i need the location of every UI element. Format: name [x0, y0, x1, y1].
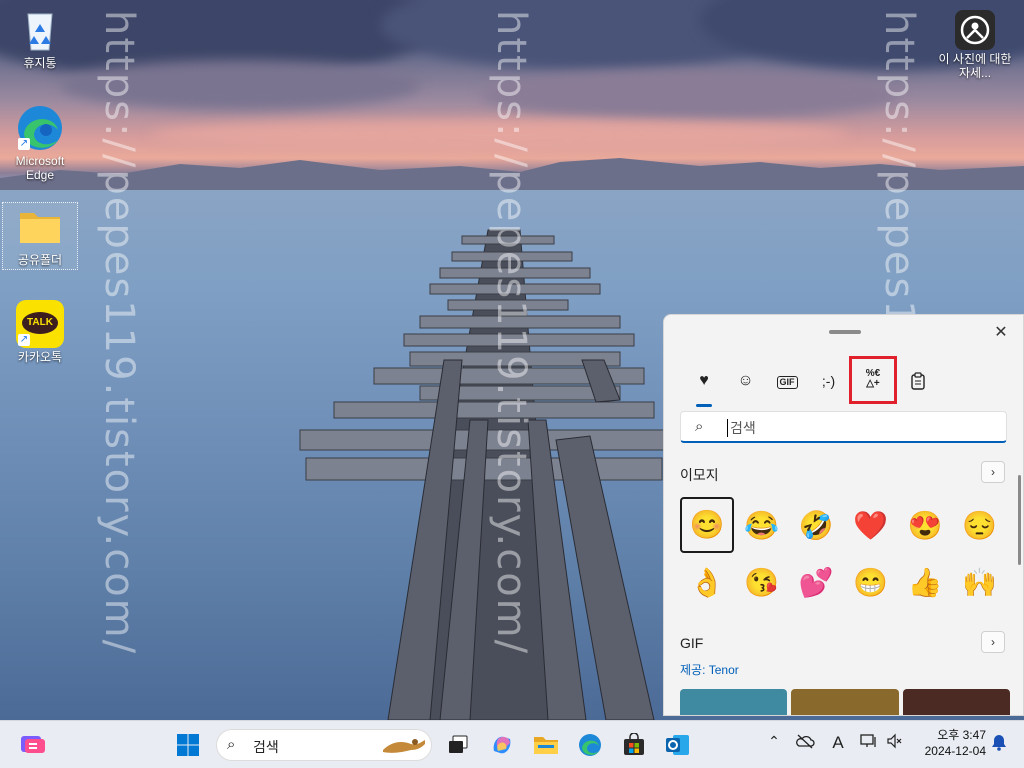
gif-more-button[interactable]: › — [981, 631, 1005, 653]
emoji-search-input[interactable]: ⌕ 검색 — [680, 411, 1007, 443]
network-icon — [860, 734, 876, 747]
learn-about-picture-icon — [955, 10, 995, 50]
panel-drag-handle[interactable] — [829, 330, 861, 334]
taskbar-search-text: 검색 — [253, 739, 279, 755]
notifications-button[interactable] — [988, 733, 1010, 754]
gif-icon: GIF — [776, 376, 798, 389]
kakaotalk-logo-text: TALK — [22, 312, 58, 334]
symbols-icon: %€ △+ — [865, 368, 881, 389]
network-button[interactable] — [858, 733, 880, 752]
panel-scrollbar[interactable] — [1018, 475, 1021, 565]
watermark-text: https://pepes119.tistory.com/ — [96, 10, 142, 656]
desktop-icon-shared-folder[interactable]: 공유폴더 — [2, 202, 78, 270]
tab-kaomoji[interactable]: ;-) — [809, 361, 849, 401]
emoji-item[interactable]: ❤️ — [844, 497, 899, 554]
gif-section-title: GIF — [680, 635, 704, 651]
search-icon: ⌕ — [695, 418, 704, 435]
gif-thumbnail[interactable] — [791, 689, 899, 715]
desktop-icon-recycle-bin[interactable]: 휴지통 — [2, 6, 78, 70]
tab-clipboard[interactable] — [898, 361, 938, 401]
gif-provider-credit: 제공: Tenor — [680, 663, 739, 677]
search-placeholder: 검색 — [730, 420, 756, 436]
emoji-item[interactable]: 👍 — [898, 554, 953, 611]
start-button[interactable] — [172, 729, 204, 761]
widgets-button[interactable] — [16, 729, 48, 761]
chevron-up-icon: ⌃ — [768, 733, 780, 749]
emoji-panel: ✕ ♥ ☺ GIF ;-) %€ △+ ⌕ 검색 이모지 › 😊 😂 🤣 ❤️ … — [663, 314, 1024, 716]
heart-clock-icon: ♥ — [699, 372, 709, 389]
folder-icon — [534, 737, 558, 754]
desktop-icon-kakaotalk[interactable]: TALK ↗ 카카오톡 — [2, 300, 78, 364]
outlook-button[interactable] — [662, 729, 694, 761]
emoji-item[interactable]: 🙌 — [953, 554, 1008, 611]
emoji-item[interactable]: 🤣 — [789, 497, 844, 554]
kaomoji-icon: ;-) — [821, 373, 836, 389]
tab-recent[interactable]: ♥ — [684, 361, 724, 407]
desktop-icon-edge[interactable]: ↗ Microsoft Edge — [2, 104, 78, 182]
emoji-item[interactable]: 😂 — [735, 497, 790, 554]
emoji-item[interactable]: 😊 — [680, 497, 734, 553]
smiley-icon: ☺ — [737, 372, 754, 389]
recycle-bin-icon — [16, 6, 64, 54]
windows-logo-icon — [177, 734, 199, 756]
clock-time: 오후 3:47 — [937, 728, 986, 742]
gif-thumbnails — [680, 689, 1010, 715]
emoji-item[interactable]: 😁 — [844, 554, 899, 611]
show-hidden-icons-button[interactable]: ⌃ — [763, 733, 785, 750]
emoji-item[interactable]: 😘 — [735, 554, 790, 611]
close-button[interactable]: ✕ — [991, 323, 1011, 343]
desktop-icon-label: 카카오톡 — [17, 350, 63, 364]
desktop-icon-label: 이 사진에 대한 자세... — [938, 52, 1012, 80]
emoji-item[interactable]: 👌 — [680, 554, 735, 611]
taskbar: ⌕ 검색 ⌃ A 오후 3:47 2024-12-04 — [0, 720, 1024, 768]
clipboard-icon — [910, 372, 925, 390]
kakaotalk-icon: TALK ↗ — [16, 300, 64, 348]
file-explorer-button[interactable] — [530, 729, 562, 761]
gif-thumbnail[interactable] — [902, 689, 1010, 715]
emoji-item[interactable]: 😍 — [898, 497, 953, 554]
emoji-grid: 😊 😂 🤣 ❤️ 😍 😔 👌 😘 💕 😁 👍 🙌 — [680, 497, 1007, 611]
text-caret — [727, 419, 728, 437]
edge-icon: ↗ — [16, 104, 64, 152]
desktop-icon-learn-about-picture[interactable]: 이 사진에 대한 자세... — [938, 10, 1012, 80]
search-highlight-image — [383, 739, 425, 753]
gif-thumbnail[interactable] — [680, 689, 788, 715]
search-icon: ⌕ — [227, 736, 236, 753]
task-view-button[interactable] — [442, 729, 474, 761]
emoji-more-button[interactable]: › — [981, 461, 1005, 483]
copilot-icon — [493, 736, 511, 754]
shortcut-arrow-icon: ↗ — [18, 334, 30, 346]
onedrive-offline-icon — [796, 734, 815, 749]
emoji-item[interactable]: 😔 — [953, 497, 1008, 554]
store-button[interactable] — [618, 729, 650, 761]
desktop-icon-label: Microsoft Edge — [15, 154, 65, 182]
shortcut-arrow-icon: ↗ — [18, 138, 30, 150]
volume-button[interactable] — [884, 733, 906, 752]
clock-date: 2024-12-04 — [924, 744, 986, 758]
volume-muted-icon — [887, 733, 902, 749]
edge-icon — [579, 734, 601, 756]
edge-taskbar-button[interactable] — [574, 729, 606, 761]
folder-icon — [16, 203, 64, 251]
copilot-button[interactable] — [486, 729, 518, 761]
onedrive-button[interactable] — [794, 733, 816, 752]
desktop-icon-label: 휴지통 — [23, 56, 57, 70]
ime-indicator[interactable]: A — [827, 733, 849, 753]
bell-icon — [992, 735, 1006, 751]
watermark-text: https://pepes119.tistory.com/ — [488, 10, 534, 656]
store-icon — [624, 733, 644, 755]
emoji-item[interactable]: 💕 — [789, 554, 844, 611]
tab-symbols[interactable]: %€ △+ — [849, 356, 897, 404]
outlook-icon — [666, 735, 689, 755]
task-view-icon — [449, 735, 468, 753]
widgets-icon — [21, 736, 45, 753]
emoji-section-title: 이모지 — [680, 467, 719, 483]
tab-gif[interactable]: GIF — [767, 361, 807, 401]
emoji-panel-tabs: ♥ ☺ GIF ;-) %€ △+ — [684, 356, 939, 407]
tab-emoji[interactable]: ☺ — [726, 361, 766, 401]
desktop-icon-label: 공유폴더 — [17, 253, 63, 267]
system-clock[interactable]: 오후 3:47 2024-12-04 — [914, 727, 986, 759]
taskbar-search-box[interactable]: ⌕ 검색 — [216, 729, 432, 761]
